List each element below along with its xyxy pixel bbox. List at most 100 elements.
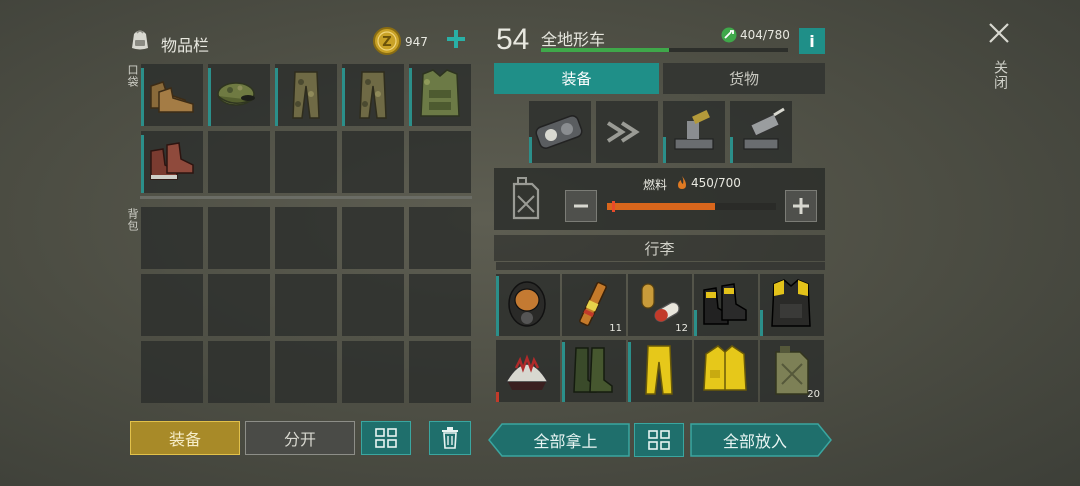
pocket-slot-empty[interactable] [342,131,404,193]
camo-cap-icon [217,82,255,106]
item-condition-bar [141,68,144,126]
tab-equipment[interactable]: 装备 [494,63,659,94]
part-condition-bar [663,137,666,163]
plus-icon [447,30,465,48]
drill-part-icon [743,107,785,150]
vehicle-name: 全地形车 [541,30,606,49]
item-count: 11 [609,323,622,334]
backpack-slot-empty[interactable] [208,207,270,269]
close-label: 关闭 [992,60,1008,90]
backpack-slot-empty[interactable] [342,341,404,403]
black-yellow-boots-icon [703,283,747,325]
item-condition-bar [275,68,278,126]
item-count: 12 [675,323,688,334]
camo-pants-icon [359,71,387,119]
item-condition-bar [760,310,763,336]
luggage-scroll-edge [496,262,825,270]
backpack-slot-empty[interactable] [342,207,404,269]
backpack-slot-empty[interactable] [275,341,337,403]
part-condition-bar [529,137,532,163]
fuel-value: 450/700 [691,176,741,190]
yellow-pants-icon [645,345,673,395]
grid-sort-icon [375,428,397,448]
durability-value: 404/780 [740,28,790,42]
equip-button[interactable]: 装备 [130,421,240,455]
split-button[interactable]: 分开 [245,421,355,455]
backpack-slot-empty[interactable] [275,274,337,336]
backpack-slot-empty[interactable] [141,341,203,403]
luggage-slot-item[interactable] [628,340,692,402]
backpack-slot-empty[interactable] [208,274,270,336]
item-condition-bar [562,342,565,402]
close-button[interactable]: 关闭 [984,20,1014,100]
backpack-slot-empty[interactable] [208,341,270,403]
item-count: 20 [807,389,820,400]
track-part-icon [535,115,583,149]
pocket-slot-item[interactable] [342,64,404,126]
item-condition-bar [628,342,631,402]
item-condition-bar [496,392,499,402]
item-condition-bar [342,68,345,126]
sort-inventory-button[interactable] [361,421,411,455]
vehicle-part-slot[interactable] [663,101,725,163]
fuel-increase-button[interactable] [785,190,817,222]
pocket-slot-item[interactable] [275,64,337,126]
yellow-jacket-icon [703,345,747,391]
backpack-slot-empty[interactable] [409,274,471,336]
gas-mask-icon [508,281,546,327]
backpack-label: 背包 [126,208,139,232]
fuel-decrease-button[interactable] [565,190,597,222]
pocket-slot-empty[interactable] [409,131,471,193]
backpack-slot-empty[interactable] [275,207,337,269]
pocket-slot-item[interactable] [409,64,471,126]
vehicle-part-slot[interactable] [730,101,792,163]
coin-count: 947 [405,35,428,49]
red-boots-icon [150,142,194,180]
item-condition-bar [496,276,499,336]
item-condition-bar [409,68,412,126]
plus-icon [793,198,809,214]
fuel-label: 燃料 [643,178,668,192]
luggage-slot-item[interactable]: 11 [562,274,626,336]
rubber-boots-icon [573,347,613,393]
backpack-slot-empty[interactable] [141,274,203,336]
close-icon [989,23,1009,43]
trash-icon [442,427,458,449]
fuel-bar-marker [612,201,615,212]
pockets-label: 口袋 [126,64,139,88]
vehicle-level: 54 [496,23,530,56]
luggage-slot-item[interactable]: 20 [760,340,824,402]
info-button[interactable]: i [799,28,825,54]
luggage-slot-item[interactable] [562,340,626,402]
grid-sort-icon [648,430,670,450]
flame-icon [678,176,686,189]
luggage-slot-item[interactable] [760,274,824,336]
minus-icon [574,204,588,208]
pocket-slot-empty[interactable] [208,131,270,193]
take-all-button[interactable]: 全部拿上 [502,423,629,457]
luggage-slot-item[interactable]: 12 [628,274,692,336]
backpack-slot-empty[interactable] [409,341,471,403]
add-coins-button[interactable] [444,27,468,51]
luggage-slot-item[interactable] [496,340,560,402]
upgrade-arrow [596,101,658,163]
put-all-button[interactable]: 全部放入 [690,423,820,457]
backpack-slot-empty[interactable] [342,274,404,336]
luggage-slot-item[interactable] [694,340,758,402]
backpack-slot-empty[interactable] [141,207,203,269]
durability-bar-fill [541,48,670,52]
tab-cargo[interactable]: 货物 [663,63,825,94]
sort-luggage-button[interactable] [634,423,684,457]
fuel-bar-fill [607,203,716,210]
item-condition-bar [208,68,211,126]
vehicle-part-slot[interactable] [529,101,591,163]
pocket-slot-item[interactable] [208,64,270,126]
pocket-slot-item[interactable] [141,131,203,193]
pocket-slot-item[interactable] [141,64,203,126]
backpack-slot-empty[interactable] [409,207,471,269]
luggage-slot-item[interactable] [496,274,560,336]
luggage-slot-item[interactable] [694,274,758,336]
pocket-slot-empty[interactable] [275,131,337,193]
trash-button[interactable] [429,421,471,455]
yellow-armor-vest-icon [771,279,811,327]
